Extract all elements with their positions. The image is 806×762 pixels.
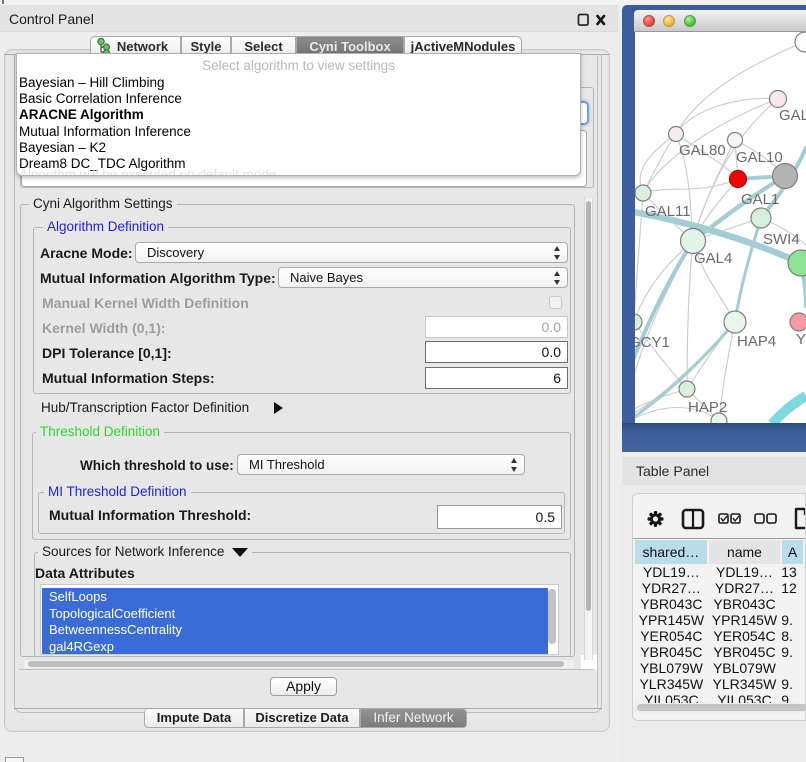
- svg-text:Y: Y: [796, 331, 806, 348]
- svg-text:GCY1: GCY1: [635, 334, 670, 351]
- svg-text:SWI4: SWI4: [763, 231, 800, 248]
- svg-text:GAL1: GAL1: [741, 191, 779, 208]
- svg-text:GAL10: GAL10: [736, 149, 783, 166]
- svg-text:HAP2: HAP2: [688, 399, 727, 416]
- svg-text:GAL80: GAL80: [679, 142, 726, 159]
- svg-text:GAL7: GAL7: [779, 107, 806, 124]
- svg-text:GAL11: GAL11: [645, 203, 691, 220]
- svg-text:HAP4: HAP4: [737, 333, 776, 350]
- svg-text:GAL4: GAL4: [694, 250, 732, 267]
